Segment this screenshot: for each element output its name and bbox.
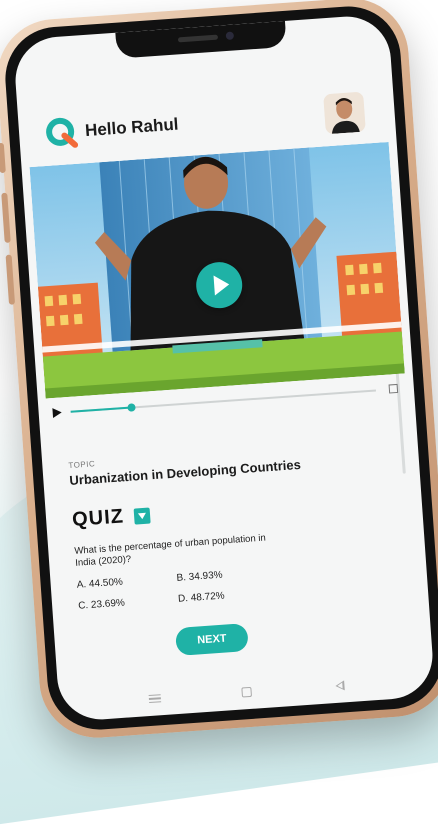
quiz-option-c[interactable]: C. 23.69% [78,594,179,612]
back-icon[interactable] [335,680,345,691]
quiz-title: QUIZ [71,505,125,531]
quiz-option-d[interactable]: D. 48.72% [178,587,279,605]
video-progress-fill [70,406,132,413]
quiz-section: QUIZ What is the percentage of urban pop… [71,486,407,612]
dropdown-icon[interactable] [133,507,151,525]
avatar[interactable] [323,91,366,135]
phone-mockup: Hello Rahul TOPIC Urbanization in Develo… [0,0,438,742]
logo-icon [46,117,79,148]
greeting-text: Hello Rahul [84,114,180,141]
speaker-grille [177,34,219,43]
quiz-options: A. 44.50% B. 34.93% C. 23.69% D. 48.72% [76,566,278,612]
quiz-option-b[interactable]: B. 34.93% [176,566,277,584]
video-progress-knob[interactable] [127,403,136,412]
fullscreen-icon[interactable] [388,383,399,394]
avatar-image [323,91,366,135]
app-screen: Hello Rahul TOPIC Urbanization in Develo… [12,13,436,723]
topic-section: TOPIC Urbanization in Developing Countri… [68,438,399,488]
menu-icon[interactable] [148,694,162,704]
play-icon[interactable] [52,407,63,419]
camera-icon [225,31,235,41]
quiz-option-a[interactable]: A. 44.50% [76,573,177,591]
quiz-question: What is the percentage of urban populati… [74,532,267,569]
video-player[interactable] [29,141,405,399]
home-icon[interactable] [241,686,253,698]
next-button[interactable]: NEXT [175,623,249,656]
